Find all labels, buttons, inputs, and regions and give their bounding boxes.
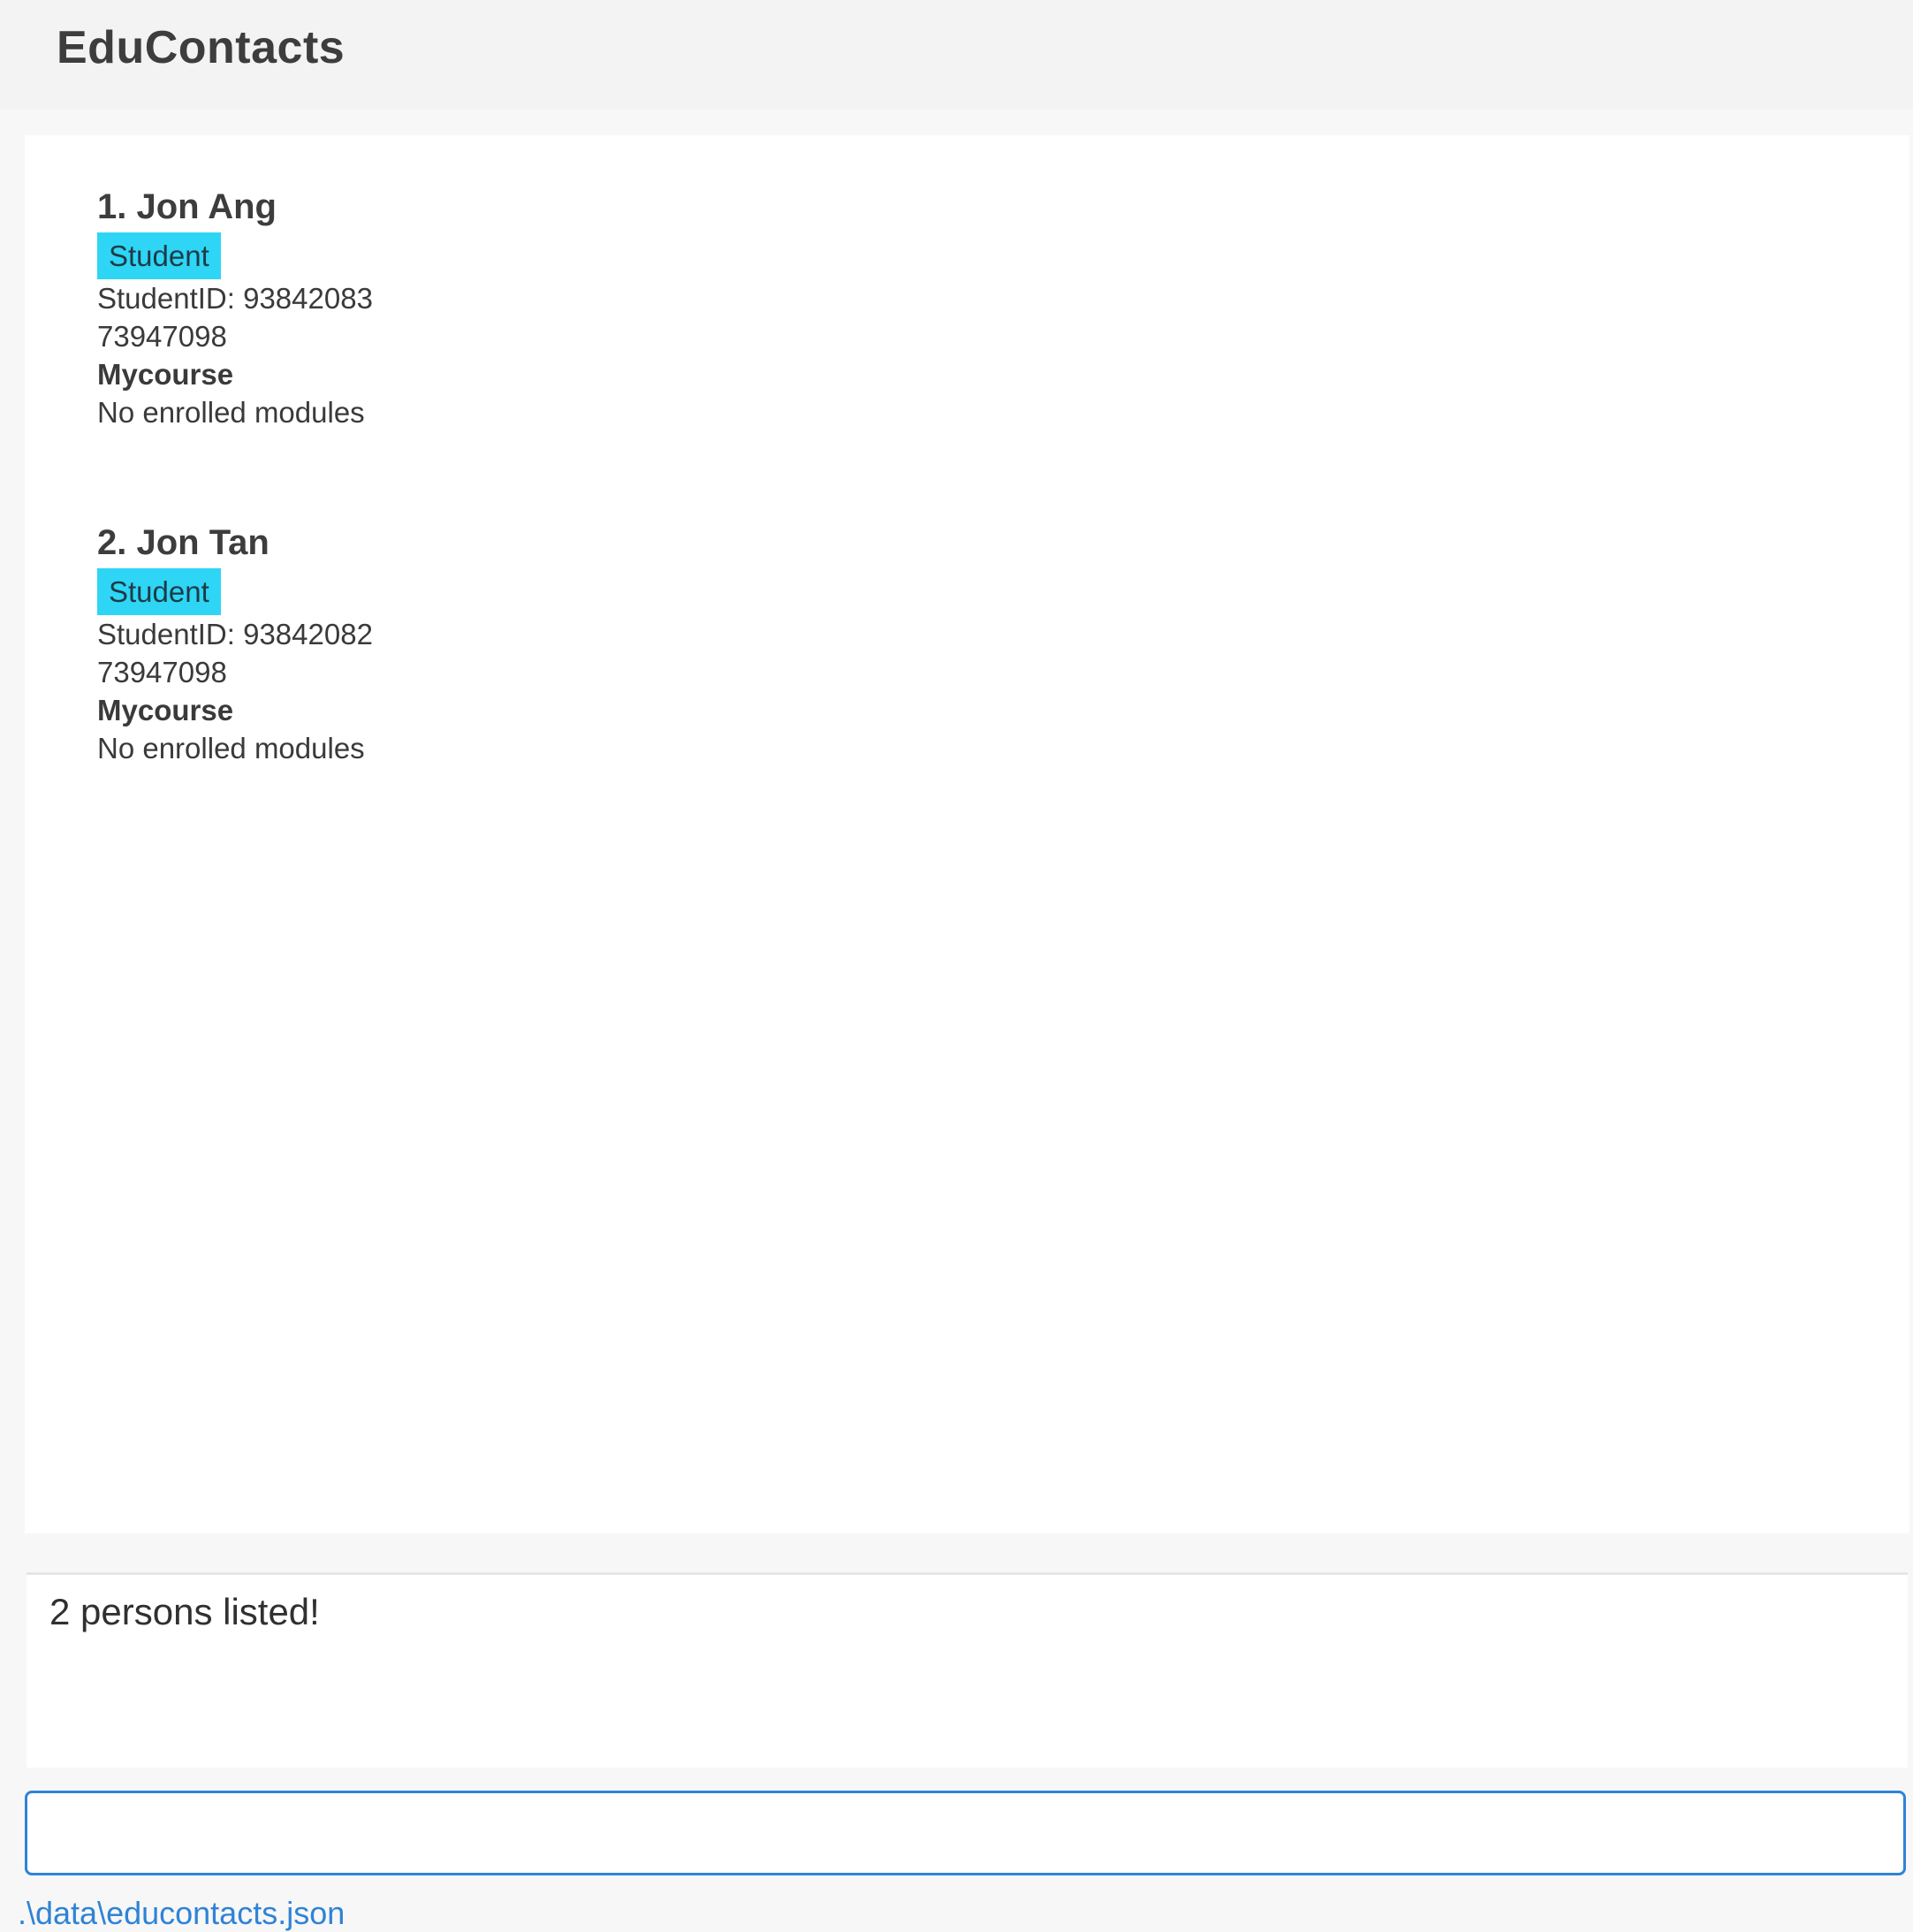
phone-number: 73947098 — [97, 320, 227, 353]
student-id: StudentID: 93842082 — [97, 618, 373, 650]
person-list-panel: 1. Jon Ang Student StudentID: 93842083 7… — [25, 135, 1909, 1533]
role-tag: Student — [97, 232, 221, 279]
title-bar: EduContacts — [0, 0, 1913, 109]
status-bar-file-path: .\data\educontacts.json — [18, 1895, 345, 1931]
modules-text: No enrolled modules — [97, 732, 365, 764]
command-input[interactable] — [25, 1791, 1906, 1875]
course-name: Mycourse — [97, 694, 234, 726]
result-message: 2 persons listed! — [49, 1591, 320, 1632]
person-card[interactable]: 1. Jon Ang Student StudentID: 93842083 7… — [97, 181, 373, 431]
course-name: Mycourse — [97, 358, 234, 391]
person-name: 1. Jon Ang — [97, 187, 277, 226]
student-id: StudentID: 93842083 — [97, 282, 373, 315]
person-card[interactable]: 2. Jon Tan Student StudentID: 93842082 7… — [97, 517, 373, 767]
person-name: 2. Jon Tan — [97, 523, 269, 562]
role-tag: Student — [97, 568, 221, 615]
app-title: EduContacts — [57, 22, 345, 73]
phone-number: 73947098 — [97, 656, 227, 688]
result-display: 2 persons listed! — [27, 1572, 1908, 1768]
modules-text: No enrolled modules — [97, 396, 365, 429]
